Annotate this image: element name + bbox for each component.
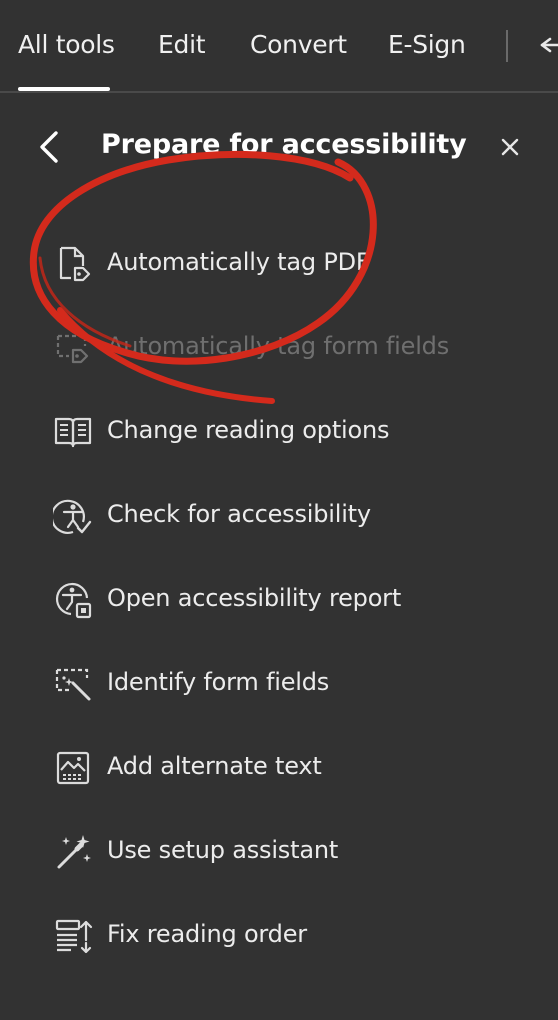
tool-check-for-accessibility[interactable]: Check for accessibility [0, 474, 558, 558]
tool-change-reading-options[interactable]: Change reading options [0, 390, 558, 474]
tab-edit[interactable]: Edit [158, 30, 206, 59]
tool-automatically-tag-form-fields: Automatically tag form fields [0, 306, 558, 390]
tool-add-alternate-text[interactable]: Add alternate text [0, 726, 558, 810]
tag-form-fields-icon [56, 334, 89, 364]
reading-order-icon [55, 919, 93, 954]
undo-arrow-icon[interactable] [536, 31, 558, 61]
tool-label: Fix reading order [107, 920, 307, 948]
tool-label: Open accessibility report [107, 584, 402, 612]
top-tab-bar: All tools Edit Convert E-Sign [0, 0, 558, 93]
accessibility-report-icon [55, 582, 92, 619]
open-book-icon [54, 417, 92, 448]
panel-header: Prepare for accessibility [0, 115, 558, 179]
tool-label: Identify form fields [107, 668, 330, 696]
close-icon[interactable] [496, 133, 524, 161]
tab-convert[interactable]: Convert [250, 30, 347, 59]
tool-label: Automatically tag form fields [107, 332, 450, 360]
magic-wand-icon [57, 835, 91, 869]
chevron-left-icon[interactable] [34, 129, 66, 165]
tool-fix-reading-order[interactable]: Fix reading order [0, 894, 558, 978]
tab-divider [506, 30, 508, 62]
tool-label: Automatically tag PDF [107, 248, 370, 276]
active-tab-indicator [18, 87, 110, 91]
tool-label: Add alternate text [107, 752, 322, 780]
tool-automatically-tag-pdf[interactable]: Automatically tag PDF [0, 222, 558, 306]
tool-label: Change reading options [107, 416, 390, 444]
tool-label: Use setup assistant [107, 836, 339, 864]
panel-title: Prepare for accessibility [101, 129, 467, 160]
accessibility-check-icon [53, 499, 92, 534]
tool-open-accessibility-report[interactable]: Open accessibility report [0, 558, 558, 642]
tool-identify-form-fields[interactable]: Identify form fields [0, 642, 558, 726]
tab-e-sign[interactable]: E-Sign [388, 30, 466, 59]
tool-list: Automatically tag PDF Automatically tag … [0, 222, 558, 978]
tool-label: Check for accessibility [107, 500, 371, 528]
image-alt-text-icon [56, 751, 90, 785]
tag-document-icon [59, 246, 91, 282]
tab-all-tools[interactable]: All tools [18, 30, 115, 59]
form-field-wand-icon [55, 668, 91, 701]
tool-use-setup-assistant[interactable]: Use setup assistant [0, 810, 558, 894]
